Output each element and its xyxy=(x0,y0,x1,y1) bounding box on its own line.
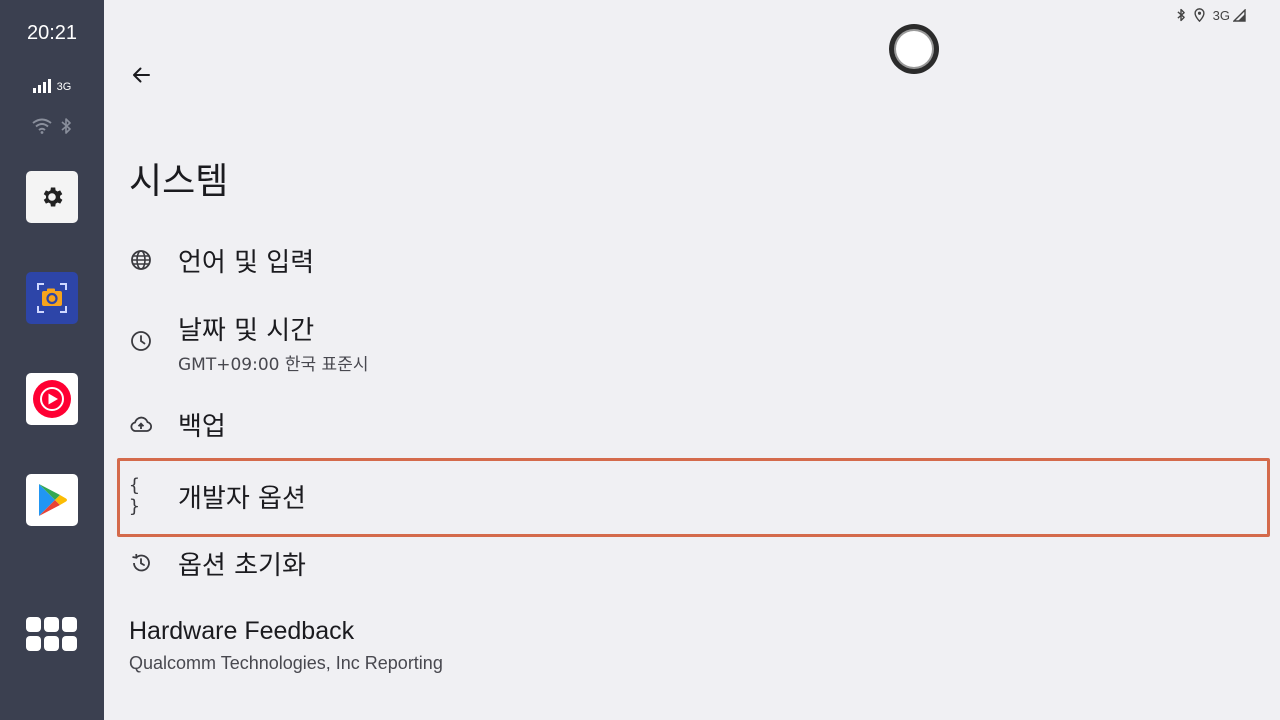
settings-item-reset-options[interactable]: 옵션 초기화 xyxy=(118,542,1270,586)
settings-app-button[interactable] xyxy=(26,171,78,223)
youtube-music-icon xyxy=(33,380,71,418)
wifi-icon xyxy=(32,118,52,134)
settings-item-language-input[interactable]: 언어 및 입력 xyxy=(118,236,1270,286)
back-button[interactable] xyxy=(126,60,156,90)
settings-item-title: 언어 및 입력 xyxy=(178,248,315,278)
bluetooth-icon xyxy=(61,118,71,134)
settings-item-title: Hardware Feedback xyxy=(129,617,355,645)
settings-item-title: 백업 xyxy=(178,412,226,442)
network-type-label: 3G xyxy=(1212,7,1230,23)
app-grid-icon xyxy=(26,617,41,632)
settings-item-title: 날짜 및 시간 xyxy=(178,316,315,346)
floating-circle-icon xyxy=(896,31,932,67)
settings-item-hardware-feedback[interactable]: Hardware Feedback Qualcomm Technologies,… xyxy=(118,614,1270,684)
bluetooth-icon xyxy=(1177,8,1185,22)
page-title: 시스템 xyxy=(129,161,229,202)
arrow-left-icon xyxy=(133,67,150,83)
settings-item-summary: GMT+09:00 한국 표준시 xyxy=(178,355,369,375)
play-store-app-button[interactable] xyxy=(26,474,78,526)
cloud-upload-icon xyxy=(129,413,153,437)
network-status: 3G xyxy=(1213,8,1246,23)
globe-icon xyxy=(129,248,153,272)
settings-item-developer-options[interactable]: { } 개발자 옵션 xyxy=(117,458,1270,537)
settings-item-title: 개발자 옵션 xyxy=(178,484,306,514)
youtube-music-app-button[interactable] xyxy=(26,373,78,425)
settings-item-summary: Qualcomm Technologies, Inc Reporting xyxy=(129,653,443,673)
history-icon xyxy=(129,551,153,575)
location-icon xyxy=(1194,8,1205,22)
clock-icon xyxy=(129,329,153,353)
play-store-icon xyxy=(39,484,67,516)
settings-item-backup[interactable]: 백업 xyxy=(118,402,1270,448)
status-bar: 3G xyxy=(1176,6,1246,24)
settings-item-title: 옵션 초기화 xyxy=(178,551,306,581)
floating-menu-button[interactable] xyxy=(889,24,939,74)
network-type-label: 3G xyxy=(56,81,72,93)
braces-icon: { } xyxy=(129,475,140,517)
screenshot-camera-icon xyxy=(37,283,67,313)
connectivity-status xyxy=(0,117,104,135)
settings-icon xyxy=(43,187,63,207)
app-grid-button[interactable] xyxy=(26,617,78,651)
clock: 20:21 xyxy=(26,22,78,44)
cellular-status: 3G xyxy=(0,79,104,93)
settings-item-date-time[interactable]: 날짜 및 시간 GMT+09:00 한국 표준시 xyxy=(118,310,1270,380)
signal-icon xyxy=(32,79,51,93)
signal-icon xyxy=(1233,8,1246,22)
screenshot-app-button[interactable] xyxy=(26,272,78,324)
nav-rail: 20:21 3G xyxy=(0,0,104,720)
